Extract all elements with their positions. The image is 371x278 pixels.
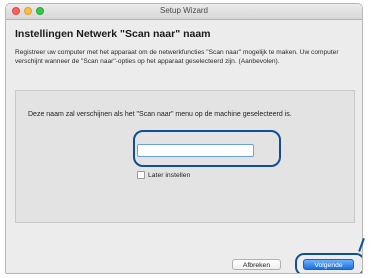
intro-text: Registreer uw computer met het apparaat … [15, 49, 339, 65]
later-setting-checkbox[interactable] [137, 171, 145, 179]
later-setting-label: Later instellen [148, 171, 191, 179]
window-title: Setup Wizard [159, 6, 209, 15]
later-setting-option[interactable]: Later instellen [137, 171, 190, 179]
scan-to-name-input[interactable] [137, 144, 254, 157]
next-button-highlight [295, 253, 362, 273]
setup-wizard-window: Setup Wizard Instellingen Netwerk "Scan … [5, 3, 363, 274]
page-heading: Instellingen Netwerk "Scan naar" naam [15, 28, 211, 40]
title-bar: Setup Wizard [6, 4, 362, 20]
name-settings-panel: Deze naam zal verschijnen als het "Scan … [15, 90, 355, 223]
name-prompt: Deze naam zal verschijnen als het "Scan … [28, 111, 292, 118]
cancel-button[interactable]: Afbreken [232, 259, 281, 270]
